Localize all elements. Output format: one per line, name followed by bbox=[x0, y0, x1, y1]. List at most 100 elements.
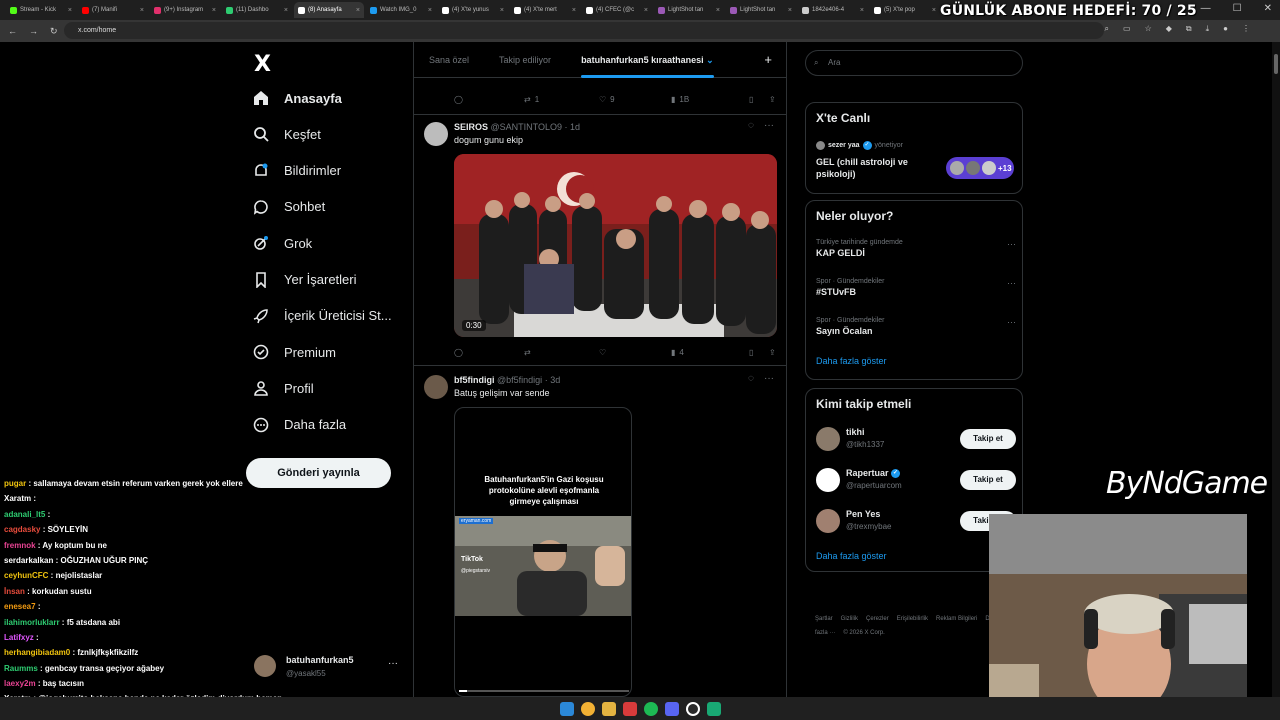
chrome-icon[interactable] bbox=[580, 701, 595, 716]
views-button[interactable]: ▮ 1B bbox=[671, 95, 749, 104]
downloads-icon[interactable]: ⤓ bbox=[1206, 24, 1210, 34]
scrollbar-thumb[interactable] bbox=[1274, 54, 1278, 74]
grok-icon[interactable]: ◌ bbox=[748, 373, 754, 384]
avatar[interactable] bbox=[424, 122, 448, 146]
nav-item-bookmark[interactable]: Yer İşaretleri bbox=[252, 268, 357, 292]
share-icon[interactable]: ⇪ bbox=[769, 95, 776, 104]
close-tab-icon[interactable]: × bbox=[788, 7, 792, 14]
minimize-icon[interactable]: — bbox=[1201, 3, 1211, 14]
browser-tab[interactable]: (8) Anasayfa × bbox=[294, 2, 364, 18]
repost-button[interactable]: ⇄ 1 bbox=[524, 95, 599, 104]
reply-button[interactable]: ◯ bbox=[454, 348, 524, 357]
page-scrollbar[interactable] bbox=[1272, 42, 1280, 697]
cast-icon[interactable]: ▭ bbox=[1123, 24, 1131, 34]
more-icon[interactable]: ··· bbox=[764, 373, 774, 384]
folder-icon[interactable] bbox=[601, 701, 616, 716]
nav-item-home[interactable]: Anasayfa bbox=[252, 86, 342, 110]
zoom-icon[interactable]: ⌕ bbox=[1105, 24, 1109, 34]
close-tab-icon[interactable]: × bbox=[932, 7, 936, 14]
more-icon[interactable]: ··· bbox=[1007, 278, 1016, 288]
follow-suggestion[interactable]: Rapertuar ✓ @rapertuarcom Takip et bbox=[816, 468, 1016, 498]
show-more-trends[interactable]: Daha fazla göster bbox=[816, 356, 887, 366]
close-tab-icon[interactable]: × bbox=[284, 7, 288, 14]
bookmark-icon[interactable]: ▯ bbox=[749, 95, 769, 104]
bookmark-star-icon[interactable]: ☆ bbox=[1145, 24, 1152, 34]
footer-link[interactable]: Çerezler bbox=[866, 616, 889, 622]
browser-tab[interactable]: Stream - Kick × bbox=[6, 2, 76, 18]
nav-item-search[interactable]: Keşfet bbox=[252, 122, 321, 146]
live-topic[interactable]: GEL (chill astroloji ve psikoloji) bbox=[816, 156, 936, 180]
avatar[interactable] bbox=[424, 375, 448, 399]
url-field[interactable]: x.com/home bbox=[64, 22, 1104, 39]
obs-icon[interactable] bbox=[685, 701, 700, 716]
browser-tab[interactable]: (4) X'te yunus × bbox=[438, 2, 508, 18]
trend-item[interactable]: Türkiye tarihinde gündemde KAP GELDİ ··· bbox=[816, 239, 1016, 258]
nav-item-profile[interactable]: Profil bbox=[252, 376, 314, 400]
close-tab-icon[interactable]: × bbox=[68, 7, 72, 14]
nav-item-premium[interactable]: Premium bbox=[252, 340, 336, 364]
grok-icon[interactable]: ◌ bbox=[748, 120, 754, 131]
close-tab-icon[interactable]: × bbox=[644, 7, 648, 14]
close-tab-icon[interactable]: × bbox=[716, 7, 720, 14]
follow-suggestion[interactable]: Pen Yes @trexmybae Takip et bbox=[816, 509, 1016, 539]
back-icon[interactable]: ← bbox=[8, 26, 17, 36]
close-tab-icon[interactable]: × bbox=[140, 7, 144, 14]
show-more-follow[interactable]: Daha fazla göster bbox=[816, 551, 887, 561]
close-tab-icon[interactable]: × bbox=[500, 7, 504, 14]
close-tab-icon[interactable]: × bbox=[572, 7, 576, 14]
start-icon[interactable] bbox=[559, 701, 574, 716]
trend-item[interactable]: Spor · Gündemdekiler #STUvFB ··· bbox=[816, 278, 1016, 297]
follow-button[interactable]: Takip et bbox=[960, 470, 1016, 490]
nav-item-bell[interactable]: Bildirimler bbox=[252, 159, 341, 183]
browser-tab[interactable]: (11) Dashbo × bbox=[222, 2, 292, 18]
follow-button[interactable]: Takip et bbox=[960, 429, 1016, 449]
nav-item-chat[interactable]: Sohbet bbox=[252, 195, 325, 219]
more-icon[interactable]: ··· bbox=[1007, 239, 1016, 249]
discord-icon[interactable] bbox=[664, 701, 679, 716]
close-tab-icon[interactable]: × bbox=[428, 7, 432, 14]
tweet-author[interactable]: bf5findigi @bf5findigi · 3d bbox=[454, 375, 560, 385]
more-icon[interactable]: ··· bbox=[1007, 317, 1016, 327]
close-tab-icon[interactable]: × bbox=[356, 7, 360, 14]
more-icon[interactable]: ··· bbox=[388, 658, 398, 669]
footer-link[interactable]: Şartlar bbox=[815, 616, 833, 622]
nav-item-more-circle[interactable]: Daha fazla bbox=[252, 413, 346, 437]
more-icon[interactable]: ··· bbox=[764, 120, 774, 131]
browser-tab[interactable]: Watch IMG_0 × bbox=[366, 2, 436, 18]
reply-button[interactable]: ◯ bbox=[454, 95, 524, 104]
tab-following[interactable]: Takip ediliyor bbox=[484, 42, 566, 78]
footer-link[interactable]: Erişilebilirlik bbox=[897, 616, 928, 622]
browser-tab[interactable]: 1842e406-4 × bbox=[798, 2, 868, 18]
footer-link[interactable]: Gizlilik bbox=[841, 616, 858, 622]
video-progress[interactable] bbox=[459, 690, 629, 692]
browser-tab[interactable]: (4) CFEC (@c × bbox=[582, 2, 652, 18]
tweet-video[interactable]: Batuhanfurkan5'in Gazi koşusu protokolün… bbox=[454, 407, 632, 697]
repost-button[interactable]: ⇄ bbox=[524, 348, 599, 357]
app-icon[interactable] bbox=[622, 701, 637, 716]
close-tab-icon[interactable]: × bbox=[212, 7, 216, 14]
tab-community[interactable]: batuhanfurkan5 kıraathanesi ⌄ bbox=[566, 42, 729, 78]
share-icon[interactable]: ⇪ bbox=[769, 348, 776, 357]
spotify-icon[interactable] bbox=[643, 701, 658, 716]
follow-suggestion[interactable]: tikhi @tikh1337 Takip et bbox=[816, 427, 1016, 457]
account-switcher[interactable]: batuhanfurkan5 @yasakl55 ··· bbox=[254, 652, 404, 684]
footer-link[interactable]: © 2026 X Corp. bbox=[843, 630, 884, 636]
like-button[interactable]: ♡ bbox=[599, 348, 671, 357]
tab-for-you[interactable]: Sana özel bbox=[414, 42, 484, 78]
views-button[interactable]: ▮ 4 bbox=[671, 348, 749, 357]
live-host[interactable]: sezer yaa ✓ yönetiyor bbox=[816, 141, 903, 150]
reload-icon[interactable]: ↻ bbox=[50, 26, 58, 37]
like-button[interactable]: ♡ 9 bbox=[599, 95, 671, 104]
trend-item[interactable]: Spor · Gündemdekiler Sayın Öcalan ··· bbox=[816, 317, 1016, 336]
extensions-puzzle-icon[interactable]: ⧉ bbox=[1186, 24, 1192, 34]
add-tab-icon[interactable]: + bbox=[764, 52, 772, 67]
browser-tab[interactable]: (5) X'te pop × bbox=[870, 2, 940, 18]
forward-icon[interactable]: → bbox=[29, 26, 38, 36]
x-logo[interactable]: X bbox=[254, 52, 271, 77]
close-tab-icon[interactable]: × bbox=[860, 7, 864, 14]
maximize-icon[interactable]: ☐ bbox=[1233, 3, 1242, 14]
profile-avatar-icon[interactable]: ● bbox=[1223, 24, 1228, 34]
browser-tab[interactable]: LightShot tan × bbox=[654, 2, 724, 18]
nav-item-rocket[interactable]: İçerik Üreticisi St... bbox=[252, 304, 392, 328]
browser-tab[interactable]: (9+) Instagram × bbox=[150, 2, 220, 18]
